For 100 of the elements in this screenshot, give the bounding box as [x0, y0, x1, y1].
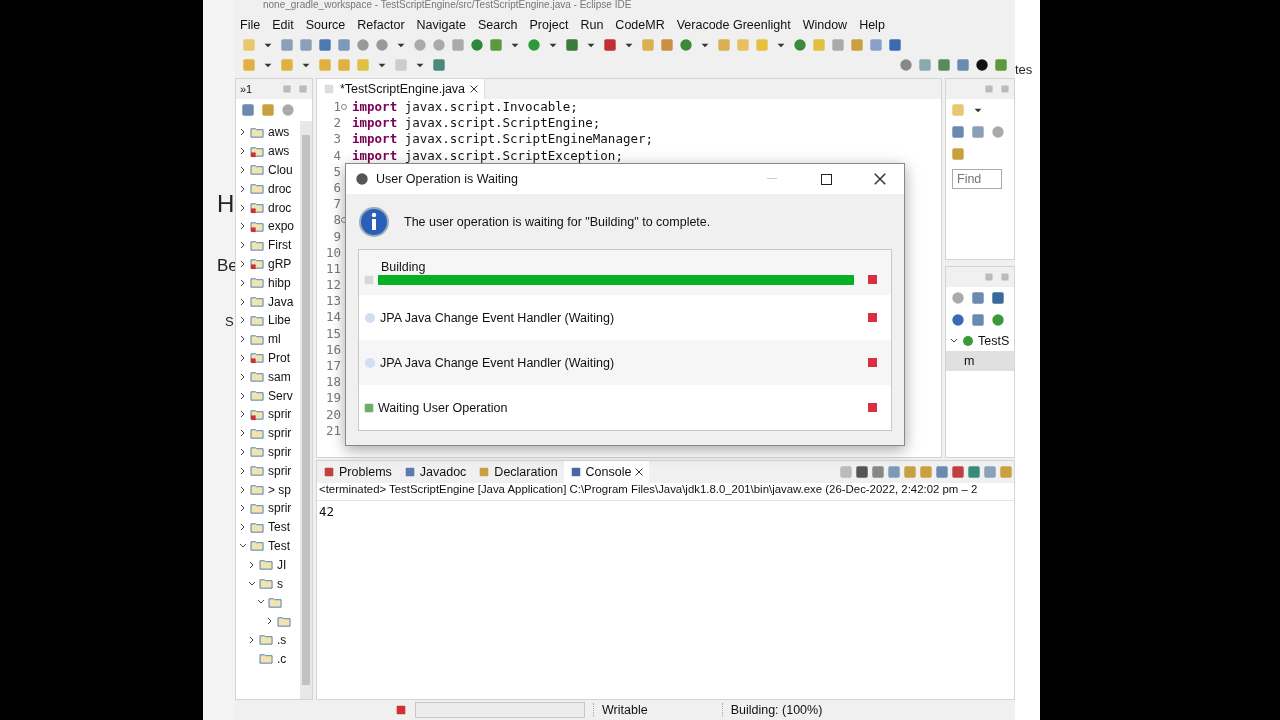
line-number: 3 [333, 131, 341, 148]
job-label: Waiting User Operation [378, 400, 509, 415]
chevron-icon[interactable] [239, 485, 247, 494]
status-text: Writable [593, 703, 662, 717]
close-icon[interactable] [470, 85, 479, 93]
tree-item[interactable]: Libe [268, 313, 291, 328]
chevron-icon[interactable] [239, 429, 247, 438]
tree-item[interactable]: > sp [268, 482, 291, 497]
outline-item[interactable]: TestS [978, 334, 1010, 348]
page-text: S [224, 314, 234, 329]
chevron-icon[interactable] [248, 560, 256, 569]
chevron-icon[interactable] [239, 391, 247, 400]
line-number: 19 [325, 390, 341, 407]
info-icon [358, 205, 390, 238]
menu-item[interactable]: Window [802, 17, 848, 32]
tree-item[interactable]: Prot [268, 350, 290, 365]
tree-item[interactable]: sprir [268, 407, 292, 422]
chevron-icon[interactable] [239, 541, 247, 550]
menu-item[interactable]: Run [580, 17, 604, 32]
menu-item[interactable]: Navigate [416, 17, 466, 32]
chevron-icon[interactable] [239, 372, 247, 381]
line-number: 16 [325, 341, 341, 358]
chevron-icon[interactable] [248, 579, 256, 588]
chevron-icon[interactable] [239, 353, 247, 362]
view-tab[interactable]: »1 [240, 83, 253, 95]
tree-item[interactable]: Java [268, 294, 294, 309]
tree-item[interactable]: expo [268, 219, 295, 234]
chevron-icon[interactable] [239, 466, 247, 475]
view-tab[interactable]: Problems [317, 461, 398, 483]
chevron-icon[interactable] [239, 259, 247, 268]
line-number: 4 [333, 147, 341, 164]
tree-item[interactable]: gRP [268, 256, 292, 271]
chevron-icon[interactable] [239, 410, 247, 419]
stop-icon[interactable] [602, 37, 618, 53]
chevron-icon[interactable] [248, 635, 256, 644]
chevron-icon[interactable] [239, 504, 247, 513]
chevron-icon[interactable] [239, 335, 247, 344]
tree-item[interactable]: aws [268, 125, 290, 140]
chevron-icon[interactable] [266, 617, 274, 626]
view-tab[interactable]: Declaration [472, 461, 564, 483]
page-text: H [216, 190, 235, 218]
tree-item[interactable]: First [268, 238, 292, 253]
stop-icon[interactable] [868, 402, 878, 413]
menu-item[interactable]: Project [529, 17, 569, 32]
line-number: 1 [333, 99, 341, 116]
tree-item[interactable]: sprir [268, 426, 292, 441]
view-tab[interactable]: Console [563, 461, 650, 483]
chevron-icon[interactable] [239, 447, 247, 456]
menu-item[interactable]: File [240, 17, 261, 32]
window-title: none_gradle_workspace - TestScriptEngine/src/TestScriptEngine.java - Eclipse IDE [262, 0, 633, 12]
chevron-icon[interactable] [239, 184, 247, 193]
close-icon[interactable] [635, 468, 644, 476]
menu-item[interactable]: Edit [272, 17, 294, 32]
line-number: 21 [325, 422, 341, 439]
close-icon[interactable] [874, 173, 886, 185]
tree-item[interactable]: droc [268, 181, 292, 196]
tree-item[interactable]: Test [268, 538, 290, 553]
chevron-icon[interactable] [239, 297, 247, 306]
menu-item[interactable]: Search [477, 17, 518, 32]
tree-item[interactable]: hibp [268, 275, 291, 290]
tree-item[interactable]: aws [268, 144, 290, 159]
stop-icon [395, 704, 407, 716]
menu-item[interactable]: Source [305, 17, 346, 32]
tree-item[interactable]: ml [268, 332, 281, 347]
chevron-icon[interactable] [239, 203, 247, 212]
chevron-icon[interactable] [239, 241, 247, 250]
chevron-icon[interactable] [239, 128, 247, 137]
fold-icon[interactable] [341, 103, 347, 112]
chevron-icon[interactable] [950, 337, 958, 345]
menu-item[interactable]: Refactor [357, 17, 405, 32]
chevron-icon[interactable] [239, 523, 247, 532]
line-number: 13 [325, 293, 341, 310]
tree-item[interactable]: Clou [268, 163, 293, 177]
stop-icon[interactable] [868, 357, 878, 368]
tree-item[interactable]: .c [277, 651, 287, 666]
tree-item[interactable]: Test [268, 520, 290, 535]
view-tab[interactable]: Javadoc [397, 461, 473, 483]
menu-item[interactable]: CodeMR [615, 17, 665, 32]
tree-item[interactable]: droc [268, 200, 292, 215]
editor-tab[interactable]: *TestScriptEngine.java [317, 79, 486, 99]
stop-icon[interactable] [868, 274, 878, 285]
tree-item[interactable]: JI [277, 557, 287, 572]
tree-item[interactable]: sprir [268, 463, 292, 478]
line-number: 11 [325, 260, 341, 278]
chevron-icon[interactable] [239, 166, 247, 174]
tree-item[interactable]: .s [277, 632, 287, 647]
chevron-icon[interactable] [239, 316, 247, 325]
find-field[interactable]: Find [952, 169, 1002, 189]
tree-item[interactable]: Serv [268, 388, 293, 403]
tree-item[interactable]: s [277, 576, 283, 591]
tree-item[interactable]: sam [268, 369, 291, 384]
menu-item[interactable]: Help [859, 17, 885, 32]
stop-icon[interactable] [868, 312, 878, 323]
menu-item[interactable]: Veracode Greenlight [676, 17, 791, 32]
tree-item[interactable]: sprir [268, 444, 292, 459]
chevron-icon[interactable] [239, 278, 247, 287]
outline-item[interactable]: m [946, 351, 1014, 371]
chevron-icon[interactable] [239, 222, 247, 231]
chevron-icon[interactable] [239, 147, 247, 156]
tree-item[interactable]: sprir [268, 501, 292, 516]
